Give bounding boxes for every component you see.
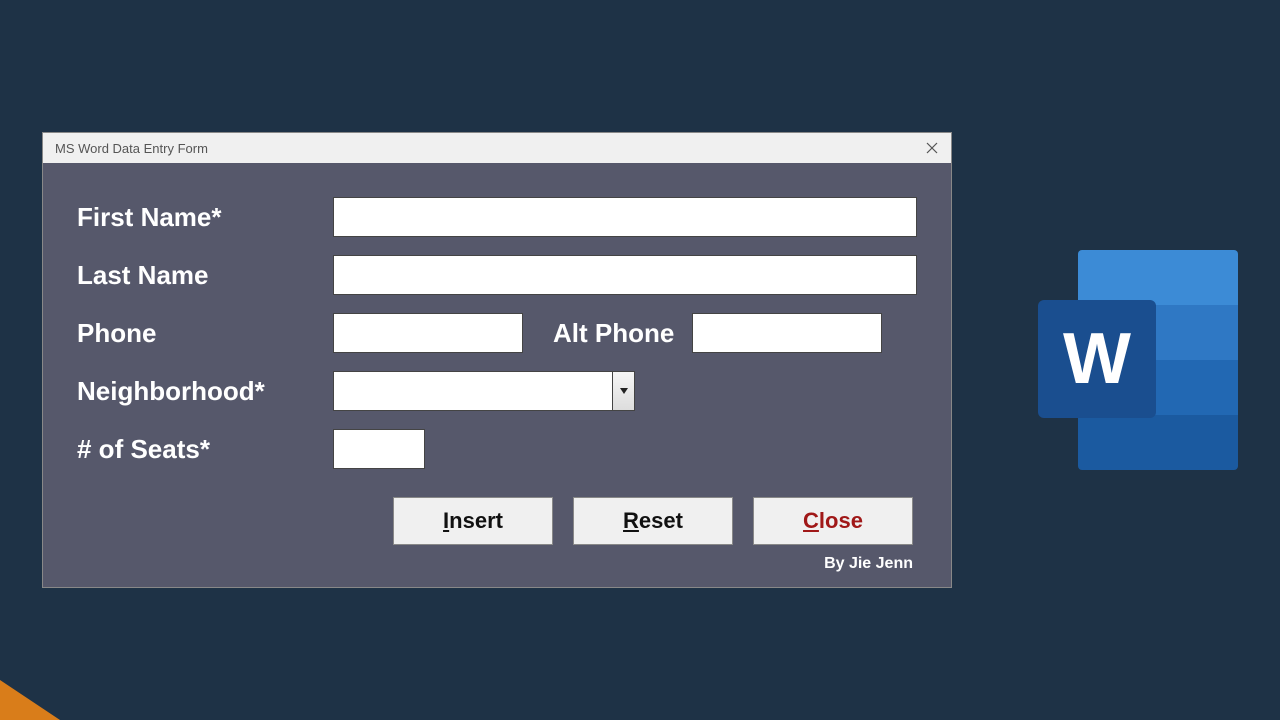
titlebar-close-icon[interactable]: [923, 139, 941, 157]
alt-phone-input[interactable]: [692, 313, 882, 353]
close-button[interactable]: Close: [753, 497, 913, 545]
credit-text: By Jie Jenn: [77, 555, 917, 573]
alt-phone-label: Alt Phone: [553, 318, 674, 349]
row-seats: # of Seats*: [77, 429, 917, 469]
row-neighborhood: Neighborhood*: [77, 371, 917, 411]
word-logo-badge: W: [1038, 300, 1156, 418]
data-entry-dialog: MS Word Data Entry Form First Name* Last…: [42, 132, 952, 588]
row-phone: Phone Alt Phone: [77, 313, 917, 353]
last-name-label: Last Name: [77, 260, 333, 291]
neighborhood-label: Neighborhood*: [77, 376, 333, 407]
neighborhood-combo[interactable]: [333, 371, 635, 411]
seats-input[interactable]: [333, 429, 425, 469]
reset-button[interactable]: Reset: [573, 497, 733, 545]
row-last-name: Last Name: [77, 255, 917, 295]
chevron-down-icon[interactable]: [613, 371, 635, 411]
button-row: Insert Reset Close: [77, 497, 917, 545]
dialog-title: MS Word Data Entry Form: [55, 141, 208, 156]
neighborhood-input[interactable]: [333, 371, 613, 411]
phone-label: Phone: [77, 318, 333, 349]
insert-button[interactable]: Insert: [393, 497, 553, 545]
first-name-input[interactable]: [333, 197, 917, 237]
form-body: First Name* Last Name Phone Alt Phone Ne…: [43, 163, 951, 587]
seats-label: # of Seats*: [77, 434, 333, 465]
first-name-label: First Name*: [77, 202, 333, 233]
corner-accent: [0, 680, 60, 720]
ms-word-logo: W: [1038, 250, 1238, 470]
dialog-titlebar: MS Word Data Entry Form: [43, 133, 951, 163]
row-first-name: First Name*: [77, 197, 917, 237]
last-name-input[interactable]: [333, 255, 917, 295]
phone-input[interactable]: [333, 313, 523, 353]
word-logo-letter: W: [1063, 318, 1131, 400]
